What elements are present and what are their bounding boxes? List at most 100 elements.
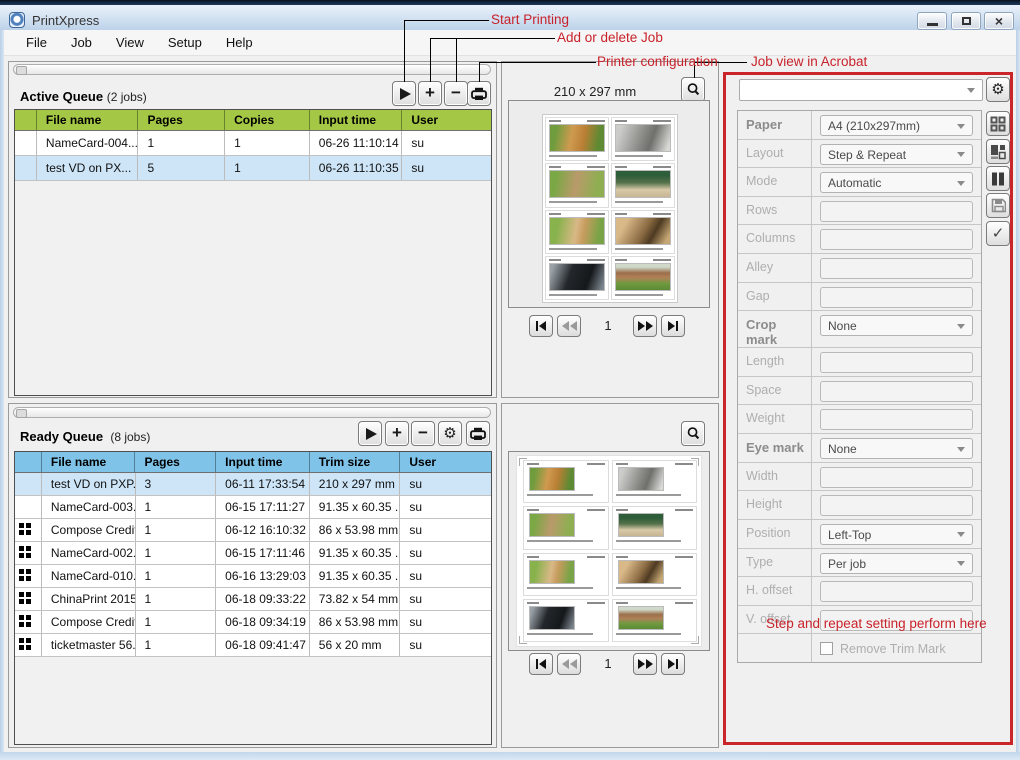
row-icon-cell: [15, 565, 42, 587]
prev-page-button[interactable]: [557, 653, 581, 675]
crop-mark-select[interactable]: None: [820, 315, 973, 336]
settings-row-rows: Rows: [738, 197, 981, 226]
prev-page-button[interactable]: [557, 315, 581, 337]
magnifier-icon: [686, 426, 701, 441]
save-button[interactable]: [986, 193, 1010, 218]
caption-text: [616, 540, 682, 542]
columns-view-button[interactable]: [986, 166, 1010, 191]
menu-item-file[interactable]: File: [14, 31, 59, 54]
space-input[interactable]: [820, 381, 973, 402]
layout-select[interactable]: Step & Repeat: [820, 144, 973, 165]
rows-input[interactable]: [820, 201, 973, 222]
annotation-add-delete-job: Add or delete Job: [557, 30, 663, 45]
apply-button[interactable]: ✓: [986, 221, 1010, 246]
type-select[interactable]: Per job: [820, 553, 973, 574]
job-view-zoom-button[interactable]: [681, 77, 705, 102]
menu-item-setup[interactable]: Setup: [156, 31, 214, 54]
field-control: [812, 254, 981, 282]
first-page-button[interactable]: [529, 315, 553, 337]
table-cell: 1: [136, 611, 217, 633]
h-offset-input[interactable]: [820, 581, 973, 602]
start-printing-button[interactable]: [392, 81, 416, 106]
last-page-button[interactable]: [661, 315, 685, 337]
card-header-text: [615, 259, 671, 261]
active-queue-slider[interactable]: [13, 64, 491, 75]
table-cell: test VD on PXP...: [42, 473, 136, 495]
ready-delete-button[interactable]: −: [411, 421, 435, 446]
table-row[interactable]: Compose Credit...106-18 09:34:1986 x 53.…: [15, 611, 491, 634]
table-cell: su: [400, 473, 491, 495]
eye-mark-select[interactable]: None: [820, 438, 973, 459]
width-input[interactable]: [820, 467, 973, 488]
table-row[interactable]: NameCard-003....106-15 17:11:2791.35 x 6…: [15, 496, 491, 519]
menu-item-help[interactable]: Help: [214, 31, 265, 54]
ready-add-button[interactable]: +: [385, 421, 409, 446]
table-cell: su: [400, 634, 491, 656]
printer-config-button[interactable]: [467, 81, 491, 106]
height-input[interactable]: [820, 495, 973, 516]
slider-thumb[interactable]: [16, 409, 27, 418]
active-queue-title: Active Queue (2 jobs): [20, 89, 147, 104]
chevron-down-icon: [957, 324, 965, 329]
field-label: Crop mark: [738, 311, 812, 347]
job-selector-dropdown[interactable]: [739, 79, 983, 101]
annotation-line: [430, 38, 555, 39]
layout-view-button[interactable]: [986, 139, 1010, 164]
next-page-button[interactable]: [633, 315, 657, 337]
row-icon-cell: [15, 131, 37, 155]
table-row[interactable]: NameCard-002....106-15 17:11:4691.35 x 6…: [15, 542, 491, 565]
menu-item-job[interactable]: Job: [59, 31, 104, 54]
table-row[interactable]: test VD on PX...5106-26 11:10:35su: [15, 156, 491, 181]
length-input[interactable]: [820, 352, 973, 373]
last-page-button[interactable]: [661, 653, 685, 675]
table-row[interactable]: test VD on PXP...306-11 17:33:54210 x 29…: [15, 473, 491, 496]
photo-kittens-in-grass: [529, 513, 575, 537]
field-control: [812, 348, 981, 376]
ready-settings-button[interactable]: ⚙: [438, 421, 462, 446]
page-number: 1: [598, 656, 618, 671]
mode-select[interactable]: Automatic: [820, 172, 973, 193]
caption-text: [615, 248, 663, 250]
next-page-button[interactable]: [633, 653, 657, 675]
photo-corgi-puppy: [529, 560, 575, 584]
annotation-printer-configuration: Printer configuration: [597, 54, 718, 69]
column-header: User: [400, 452, 491, 472]
settings-gear-button[interactable]: ⚙: [986, 77, 1010, 102]
close-button[interactable]: ×: [984, 12, 1014, 30]
table-row[interactable]: ticketmaster 56...106-18 09:41:4756 x 20…: [15, 634, 491, 657]
table-cell: 91.35 x 60.35 ...: [310, 542, 401, 564]
alley-input[interactable]: [820, 258, 973, 279]
table-row[interactable]: ChinaPrint 2015...106-18 09:33:2273.82 x…: [15, 588, 491, 611]
table-cell: 06-11 17:33:54: [216, 473, 310, 495]
preview-zoom-button[interactable]: [681, 421, 705, 446]
table-row[interactable]: NameCard-004...1106-26 11:10:14su: [15, 131, 491, 156]
paper-select[interactable]: A4 (210x297mm): [820, 115, 973, 136]
position-select[interactable]: Left-Top: [820, 524, 973, 545]
ready-queue-slider[interactable]: [13, 407, 491, 418]
table-row[interactable]: NameCard-010....106-16 13:29:0391.35 x 6…: [15, 565, 491, 588]
first-page-button[interactable]: [529, 653, 553, 675]
preview-card: [612, 553, 698, 596]
menu-item-view[interactable]: View: [104, 31, 156, 54]
weight-input[interactable]: [820, 409, 973, 430]
field-control: [812, 463, 981, 491]
gap-input[interactable]: [820, 287, 973, 308]
add-job-button[interactable]: +: [418, 81, 442, 106]
ready-printer-button[interactable]: [466, 421, 490, 446]
columns-input[interactable]: [820, 229, 973, 250]
row-icon-cell: [15, 542, 42, 564]
remove-trim-mark-checkbox[interactable]: [820, 642, 833, 655]
ready-start-button[interactable]: [358, 421, 382, 446]
field-control: [812, 577, 981, 605]
minimize-button[interactable]: [917, 12, 947, 30]
annotation-start-printing: Start Printing: [491, 12, 569, 27]
last-page-icon: [668, 659, 675, 669]
settings-row-height: Height: [738, 491, 981, 520]
maximize-button[interactable]: [951, 12, 981, 30]
tiny-text: [616, 463, 628, 465]
table-row[interactable]: Compose Credit...106-12 16:10:3286 x 53.…: [15, 519, 491, 542]
slider-thumb[interactable]: [16, 66, 27, 75]
grid-view-button[interactable]: [986, 111, 1010, 136]
column-header: [15, 110, 37, 130]
delete-job-button[interactable]: −: [444, 81, 468, 106]
